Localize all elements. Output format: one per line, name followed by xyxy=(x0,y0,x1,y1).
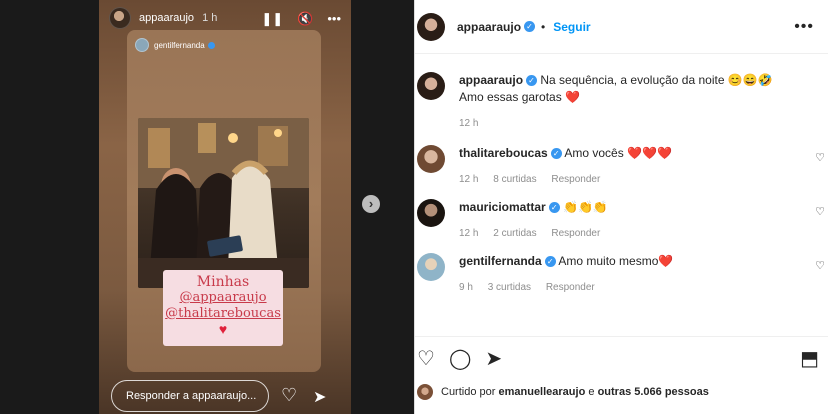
comment-reply-button[interactable]: Responder xyxy=(551,174,600,185)
comment-row: gentilfernanda ✓ Amo muito mesmo❤️ 9 h 3 … xyxy=(415,253,828,293)
like-icon[interactable]: ♡ xyxy=(417,349,435,369)
comment-icon[interactable]: ◯ xyxy=(449,349,471,369)
comment-time[interactable]: 12 h xyxy=(459,174,478,185)
liked-by-prefix: Curtido por xyxy=(441,386,496,398)
mute-icon[interactable]: 🔇 xyxy=(297,12,313,25)
comment-text: Amo muito mesmo❤️ xyxy=(558,254,674,268)
next-story-button[interactable]: › xyxy=(362,195,380,213)
comments-list: appaaraujo ✓ Na sequência, a evolução da … xyxy=(415,66,828,293)
comment-reply-button[interactable]: Responder xyxy=(551,228,600,239)
caption-text-wrap: appaaraujo ✓ Na sequência, a evolução da … xyxy=(459,72,799,106)
more-options-icon[interactable]: ••• xyxy=(794,18,814,36)
liker-avatar[interactable] xyxy=(417,384,433,400)
comment-like-icon[interactable]: ♡ xyxy=(815,259,825,272)
author-username-wrap: appaaraujo ✓ xyxy=(457,18,536,36)
comment-meta: 12 h 8 curtidas Responder xyxy=(459,174,799,185)
liked-by-middle: e xyxy=(588,386,595,398)
caption-meta: 12 h xyxy=(459,118,799,129)
comment-meta: 9 h 3 curtidas Responder xyxy=(459,282,799,293)
liked-by-others[interactable]: outras 5.066 pessoas xyxy=(598,386,709,398)
repost-header: gentilfernanda xyxy=(127,30,321,60)
heart-outline-icon[interactable]: ♡ xyxy=(281,385,297,406)
comment-body: gentilfernanda ✓ Amo muito mesmo❤️ 9 h 3 … xyxy=(459,253,799,293)
author-username[interactable]: appaaraujo xyxy=(457,20,521,34)
mention-sticker[interactable]: Minhas @appaaraujo @thalitareboucas ♥ xyxy=(163,270,283,346)
sticker-line-1: Minhas xyxy=(196,274,250,290)
comment-username[interactable]: gentilfernanda xyxy=(459,254,542,268)
repost-username[interactable]: gentilfernanda xyxy=(154,41,205,50)
post-panel: appaaraujo ✓ • Seguir ••• appaaraujo ✓ Na … xyxy=(414,0,828,414)
story-viewer: appaaraujo 1 h ❚❚ 🔇 ••• gentilfernanda M… xyxy=(0,0,414,414)
caption: appaaraujo ✓ Na sequência, a evolução da … xyxy=(415,72,828,129)
comment-text: 👏👏👏 xyxy=(563,200,608,214)
comment-username[interactable]: mauriciomattar xyxy=(459,200,546,214)
story-reply-input[interactable]: Responder a appaaraujo... xyxy=(111,380,269,412)
story-controls: ❚❚ 🔇 ••• xyxy=(261,12,341,25)
follow-button[interactable]: Seguir xyxy=(553,20,590,34)
bookmark-icon[interactable]: ⬒ xyxy=(800,349,819,369)
story-frame: appaaraujo 1 h ❚❚ 🔇 ••• gentilfernanda M… xyxy=(99,0,351,414)
comment-row: mauriciomattar ✓ 👏👏👏 12 h 2 curtidas Resp… xyxy=(415,199,828,239)
reposted-story[interactable]: gentilfernanda Minhas @appaaraujo @thali… xyxy=(127,30,321,372)
comment-like-icon[interactable]: ♡ xyxy=(815,205,825,218)
comment-like-icon[interactable]: ♡ xyxy=(815,151,825,164)
comment-likes[interactable]: 8 curtidas xyxy=(493,174,536,185)
commenter-avatar[interactable] xyxy=(417,253,445,281)
comment-meta: 12 h 2 curtidas Responder xyxy=(459,228,799,239)
comment-body: thalitareboucas ✓ Amo vocês ❤️❤️❤️ 12 h 8… xyxy=(459,145,799,185)
comment-likes[interactable]: 3 curtidas xyxy=(488,282,531,293)
comment-text-wrap: thalitareboucas ✓ Amo vocês ❤️❤️❤️ xyxy=(459,145,799,162)
story-time: 1 h xyxy=(202,12,218,24)
comment-time[interactable]: 9 h xyxy=(459,282,473,293)
comment-username[interactable]: thalitareboucas xyxy=(459,146,548,160)
caption-username[interactable]: appaaraujo xyxy=(459,73,523,87)
comment-body: mauriciomattar ✓ 👏👏👏 12 h 2 curtidas Resp… xyxy=(459,199,799,239)
comment-reply-button[interactable]: Responder xyxy=(546,282,595,293)
comment-text-wrap: mauriciomattar ✓ 👏👏👏 xyxy=(459,199,799,216)
share-icon[interactable]: ➤ xyxy=(485,349,502,369)
pause-icon[interactable]: ❚❚ xyxy=(261,12,283,25)
story-username[interactable]: appaaraujo xyxy=(139,12,194,24)
caption-time[interactable]: 12 h xyxy=(459,118,478,129)
verified-icon xyxy=(207,41,215,49)
liked-by-user[interactable]: emanuellearaujo xyxy=(498,386,585,398)
repost-avatar xyxy=(135,38,149,52)
mention-appaaraujo[interactable]: @appaaraujo xyxy=(163,290,283,306)
post-actions: ♡ ◯ ➤ ⬒ xyxy=(415,336,828,380)
story-photo xyxy=(138,118,309,288)
verified-icon: ✓ xyxy=(550,148,562,160)
verified-icon: ✓ xyxy=(544,256,556,268)
verified-icon: ✓ xyxy=(524,20,536,32)
verified-icon: ✓ xyxy=(548,202,560,214)
author-avatar[interactable] xyxy=(417,12,445,41)
more-icon[interactable]: ••• xyxy=(327,12,341,25)
heart-icon: ♥ xyxy=(218,321,228,337)
caption-avatar[interactable] xyxy=(417,72,445,100)
caption-body: appaaraujo ✓ Na sequência, a evolução da … xyxy=(459,72,799,129)
comment-likes[interactable]: 2 curtidas xyxy=(493,228,536,239)
commenter-avatar[interactable] xyxy=(417,199,445,227)
send-icon[interactable]: ➤ xyxy=(313,387,326,407)
separator-dot: • xyxy=(541,19,546,34)
story-avatar[interactable] xyxy=(109,7,131,29)
post-header: appaaraujo ✓ • Seguir ••• xyxy=(415,0,828,54)
commenter-avatar[interactable] xyxy=(417,145,445,173)
mention-thalitareboucas[interactable]: @thalitareboucas xyxy=(163,306,283,322)
comment-text: Amo vocês ❤️❤️❤️ xyxy=(564,146,672,160)
comment-text-wrap: gentilfernanda ✓ Amo muito mesmo❤️ xyxy=(459,253,799,270)
comment-row: thalitareboucas ✓ Amo vocês ❤️❤️❤️ 12 h 8… xyxy=(415,145,828,185)
verified-icon: ✓ xyxy=(526,75,538,87)
liked-by: Curtido por emanuellearaujo e outras 5.0… xyxy=(417,384,709,400)
comment-time[interactable]: 12 h xyxy=(459,228,478,239)
